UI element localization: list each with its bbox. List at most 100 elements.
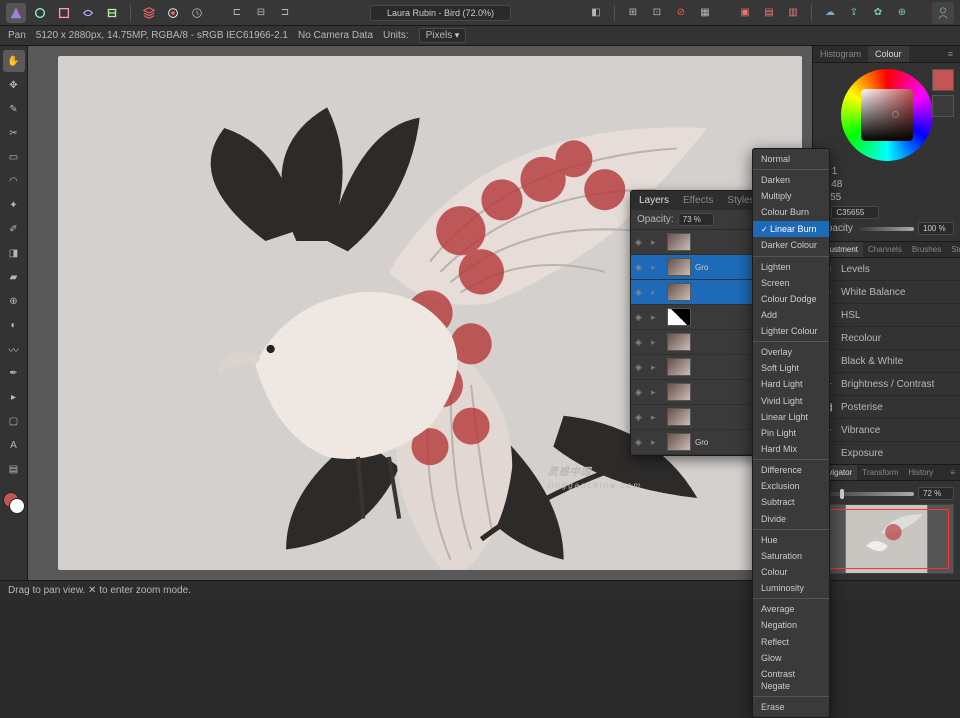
layer-expand-icon[interactable]: ▸: [651, 437, 663, 448]
snap-2-icon[interactable]: ⊡: [647, 3, 667, 23]
dodge-burn-tool[interactable]: ◐: [3, 314, 25, 336]
blend-mode-pin-light[interactable]: Pin Light: [753, 425, 829, 441]
blend-mode-erase[interactable]: Erase: [753, 699, 829, 715]
colour-picker-tool[interactable]: ✎: [3, 98, 25, 120]
blend-mode-vivid-light[interactable]: Vivid Light: [753, 393, 829, 409]
blend-mode-lighten[interactable]: Lighten: [753, 259, 829, 275]
blend-mode-exclusion[interactable]: Exclusion: [753, 478, 829, 494]
opacity-value[interactable]: 100 %: [918, 222, 954, 235]
layer-visibility-toggle[interactable]: ◈: [635, 387, 647, 398]
blend-mode-darker-colour[interactable]: Darker Colour: [753, 237, 829, 253]
panel-menu-icon[interactable]: ≡: [941, 46, 960, 62]
tab-transform[interactable]: Transform: [857, 465, 903, 480]
blend-mode-darken[interactable]: Darken: [753, 172, 829, 188]
blend-mode-colour-burn[interactable]: Colour Burn: [753, 204, 829, 220]
layer-expand-icon[interactable]: ▸: [651, 337, 663, 348]
fill-tool[interactable]: ▰: [3, 266, 25, 288]
arrange-3-icon[interactable]: ▥: [783, 3, 803, 23]
blend-mode-add[interactable]: Add: [753, 307, 829, 323]
colour-chooser-icon[interactable]: [163, 3, 183, 23]
eraser-tool[interactable]: ◨: [3, 242, 25, 264]
adjustment-posterise[interactable]: ▤Posterise: [813, 396, 960, 419]
document-title[interactable]: Laura Rubin - Bird (72.0%): [370, 5, 511, 21]
primary-swatch[interactable]: [932, 69, 954, 91]
blend-mode-colour-dodge[interactable]: Colour Dodge: [753, 291, 829, 307]
blend-mode-linear-burn[interactable]: Linear Burn: [753, 221, 829, 238]
blend-mode-hard-light[interactable]: Hard Light: [753, 376, 829, 392]
tab-history[interactable]: History: [903, 465, 938, 480]
quick-mask-icon[interactable]: ◧: [586, 3, 606, 23]
smudge-tool[interactable]: 〰: [3, 338, 25, 360]
tab-colour[interactable]: Colour: [868, 46, 909, 62]
layer-visibility-toggle[interactable]: ◈: [635, 287, 647, 298]
layer-expand-icon[interactable]: ▸: [651, 262, 663, 273]
text-tool[interactable]: A: [3, 434, 25, 456]
layer-visibility-toggle[interactable]: ◈: [635, 337, 647, 348]
blend-mode-menu[interactable]: Normal DarkenMultiplyColour BurnLinear Bu…: [752, 148, 830, 718]
blend-mode-linear-light[interactable]: Linear Light: [753, 409, 829, 425]
blend-mode-subtract[interactable]: Subtract: [753, 494, 829, 510]
layer-opacity-value[interactable]: 73 %: [678, 213, 714, 226]
persona-2-icon[interactable]: [54, 3, 74, 23]
blend-mode-luminosity[interactable]: Luminosity: [753, 580, 829, 596]
arrange-1-icon[interactable]: ▣: [735, 3, 755, 23]
layer-visibility-toggle[interactable]: ◈: [635, 312, 647, 323]
tab-histogram[interactable]: Histogram: [813, 46, 868, 62]
align-right-icon[interactable]: ⊐: [275, 3, 295, 23]
persona-3-icon[interactable]: [78, 3, 98, 23]
layer-stack-icon[interactable]: [139, 3, 159, 23]
opacity-slider[interactable]: [857, 227, 914, 231]
adjustment-hsl[interactable]: ◐HSL: [813, 304, 960, 327]
blend-mode-divide[interactable]: Divide: [753, 511, 829, 527]
layer-visibility-toggle[interactable]: ◈: [635, 262, 647, 273]
blend-mode-screen[interactable]: Screen: [753, 275, 829, 291]
tab-channels[interactable]: Channels: [863, 242, 907, 257]
clone-tool[interactable]: ⊕: [3, 290, 25, 312]
colour-box[interactable]: [861, 89, 913, 141]
adjustment-white-balance[interactable]: ☼White Balance: [813, 281, 960, 304]
layer-visibility-toggle[interactable]: ◈: [635, 362, 647, 373]
tab-effects[interactable]: Effects: [679, 193, 717, 208]
adjustment-black-white[interactable]: ◑Black & White: [813, 350, 960, 373]
navigator-preview[interactable]: [819, 504, 954, 574]
layer-expand-icon[interactable]: ▸: [651, 287, 663, 298]
persona-4-icon[interactable]: [102, 3, 122, 23]
blend-mode-contrast-negate[interactable]: Contrast Negate: [753, 666, 829, 694]
blend-mode-multiply[interactable]: Multiply: [753, 188, 829, 204]
hex-input[interactable]: C35655: [831, 206, 879, 219]
layer-expand-icon[interactable]: ▸: [651, 362, 663, 373]
colour-swatches[interactable]: [3, 492, 25, 514]
blend-mode-lighter-colour[interactable]: Lighter Colour: [753, 323, 829, 339]
align-left-icon[interactable]: ⊏: [227, 3, 247, 23]
blend-mode-negation[interactable]: Negation: [753, 617, 829, 633]
tab-stock[interactable]: Stock: [946, 242, 960, 257]
assistant-icon[interactable]: [187, 3, 207, 23]
brush-tool[interactable]: ✐: [3, 218, 25, 240]
blend-mode-saturation[interactable]: Saturation: [753, 548, 829, 564]
app-logo-icon[interactable]: [6, 3, 26, 23]
blend-mode-soft-light[interactable]: Soft Light: [753, 360, 829, 376]
lasso-tool[interactable]: ◠: [3, 170, 25, 192]
blend-mode-normal[interactable]: Normal: [753, 151, 829, 167]
snap-4-icon[interactable]: ▦: [695, 3, 715, 23]
colour-picker-indicator[interactable]: [892, 111, 899, 118]
adjustment-levels[interactable]: ≡Levels: [813, 258, 960, 281]
adjustment-vibrance[interactable]: ✦Vibrance: [813, 419, 960, 442]
node-tool[interactable]: ▸: [3, 386, 25, 408]
blend-mode-average[interactable]: Average: [753, 601, 829, 617]
blend-mode-glow[interactable]: Glow: [753, 650, 829, 666]
hand-tool[interactable]: ✋: [3, 50, 25, 72]
layer-expand-icon[interactable]: ▸: [651, 387, 663, 398]
account-icon[interactable]: [932, 2, 954, 24]
crop-tool[interactable]: ✂: [3, 122, 25, 144]
cloud-icon[interactable]: ☁: [820, 3, 840, 23]
pen-tool[interactable]: ✒: [3, 362, 25, 384]
align-center-icon[interactable]: ⊟: [251, 3, 271, 23]
selection-tool[interactable]: ▭: [3, 146, 25, 168]
adjustment-brightness-contrast[interactable]: ✦Brightness / Contrast: [813, 373, 960, 396]
blend-mode-reflect[interactable]: Reflect: [753, 634, 829, 650]
blend-mode-hard-mix[interactable]: Hard Mix: [753, 441, 829, 457]
navigator-viewport-rect[interactable]: [824, 509, 949, 569]
blend-mode-difference[interactable]: Difference: [753, 462, 829, 478]
layer-visibility-toggle[interactable]: ◈: [635, 437, 647, 448]
